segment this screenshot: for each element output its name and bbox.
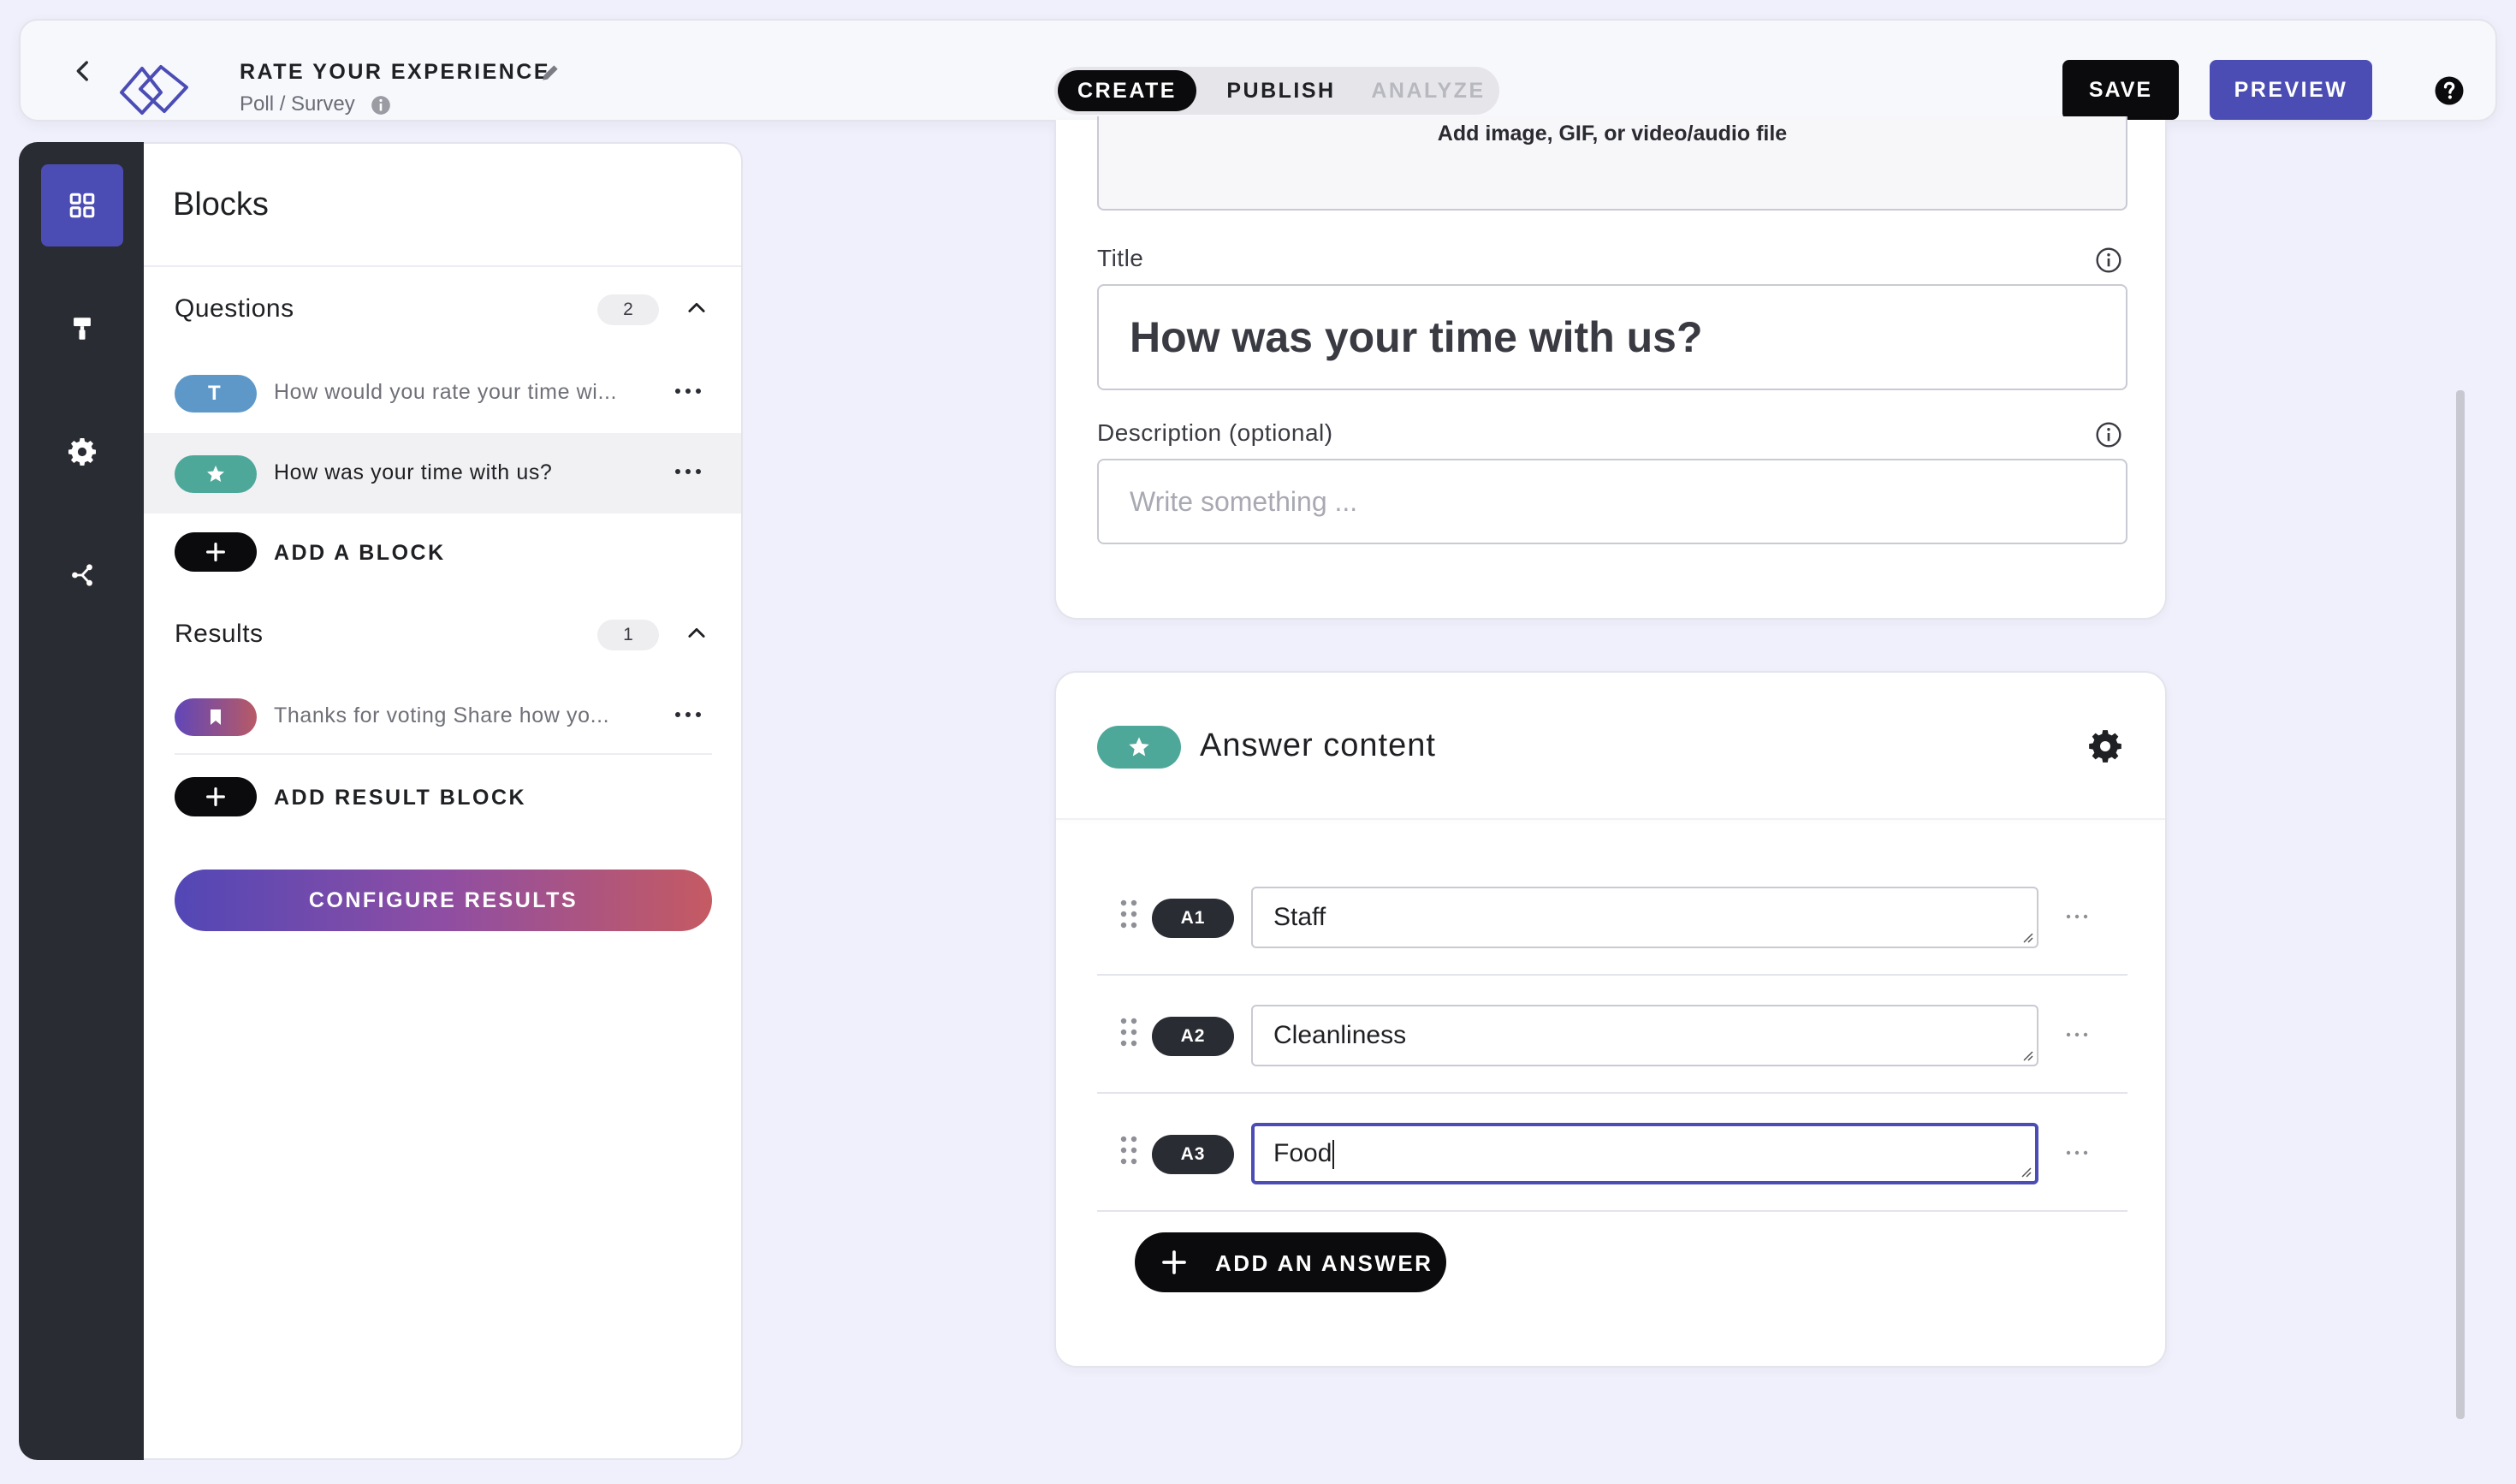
more-horizontal-icon[interactable]: [2062, 1142, 2092, 1164]
info-outline-icon[interactable]: [2095, 421, 2122, 448]
paint-roller-icon: [74, 318, 91, 340]
chevron-left-icon[interactable]: [68, 56, 98, 86]
results-section-title: Results: [175, 620, 264, 648]
bookmark-icon: [211, 709, 221, 725]
text-caret: [1332, 1140, 1335, 1170]
preview-button[interactable]: PREVIEW: [2210, 60, 2372, 120]
star-icon: [207, 466, 224, 482]
info-outline-icon[interactable]: [2095, 246, 2122, 274]
add-block-label: ADD A BLOCK: [274, 541, 446, 565]
description-field-label: Description (optional): [1097, 419, 1333, 446]
add-pill: [175, 777, 257, 816]
tab-publish[interactable]: PUBLISH: [1208, 67, 1354, 115]
question-block-item[interactable]: How was your time with us?: [144, 433, 741, 513]
resize-grip-icon[interactable]: [2020, 1048, 2033, 1061]
chevron-up-icon[interactable]: [685, 621, 709, 645]
title-input[interactable]: How was your time with us?: [1097, 284, 2127, 390]
grid-icon: [69, 193, 95, 218]
add-answer-button[interactable]: ADD AN ANSWER: [1135, 1232, 1446, 1292]
add-answer-label: ADD AN ANSWER: [1215, 1250, 1433, 1276]
answer-value: Food: [1273, 1139, 1332, 1167]
question-block-label: How would you rate your time wi...: [274, 380, 618, 404]
answer-badge: A2: [1152, 1017, 1234, 1056]
configure-results-button[interactable]: CONFIGURE RESULTS: [175, 870, 712, 931]
plus-icon: [1162, 1250, 1186, 1274]
title-field-label: Title: [1097, 245, 1144, 271]
divider: [144, 265, 741, 267]
logic-rail-button[interactable]: [41, 534, 123, 616]
star-type-pill: [1097, 726, 1181, 769]
answer-value: Staff: [1273, 903, 1326, 931]
blocks-rail-button[interactable]: [41, 164, 123, 246]
design-rail-button[interactable]: [41, 288, 123, 370]
gear-icon: [68, 437, 97, 466]
media-upload-label: Add image, GIF, or video/audio file: [1437, 122, 1788, 145]
app-logo-icon[interactable]: [116, 60, 192, 116]
answer-content-title: Answer content: [1200, 727, 1436, 763]
text-type-icon: T: [175, 375, 257, 413]
add-pill: [175, 532, 257, 572]
answer-badge: A3: [1152, 1135, 1234, 1174]
settings-rail-button[interactable]: [41, 411, 123, 493]
drag-handle-icon[interactable]: [1119, 1017, 1138, 1048]
survey-title: RATE YOUR EXPERIENCE: [240, 60, 551, 84]
answer-badge: A1: [1152, 899, 1234, 938]
answer-row: A1 Staff: [1097, 858, 2127, 976]
plus-icon: [206, 787, 225, 806]
answer-content-card: Answer content A1 Staff A2 Cleanliness A…: [1054, 671, 2167, 1368]
top-bar: RATE YOUR EXPERIENCE Poll / Survey CREAT…: [19, 19, 2497, 122]
save-button[interactable]: SAVE: [2062, 60, 2179, 120]
result-block-item[interactable]: Thanks for voting Share how yo...: [144, 676, 741, 757]
add-block-button[interactable]: ADD A BLOCK: [175, 532, 534, 573]
result-type-pill: [175, 698, 257, 736]
pencil-icon[interactable]: [539, 62, 561, 84]
question-block-item[interactable]: T How would you rate your time wi...: [144, 353, 741, 433]
info-icon[interactable]: [370, 94, 392, 116]
tab-create[interactable]: CREATE: [1058, 70, 1196, 111]
resize-grip-icon[interactable]: [2020, 929, 2033, 943]
divider: [175, 753, 712, 755]
more-horizontal-icon[interactable]: [671, 378, 705, 404]
questions-section-title: Questions: [175, 294, 294, 323]
drag-handle-icon[interactable]: [1119, 1135, 1138, 1166]
answer-value: Cleanliness: [1273, 1021, 1407, 1049]
more-horizontal-icon[interactable]: [2062, 905, 2092, 928]
more-horizontal-icon[interactable]: [2062, 1024, 2092, 1046]
drag-handle-icon[interactable]: [1119, 899, 1138, 929]
help-icon[interactable]: [2434, 75, 2465, 106]
blocks-panel: Blocks Questions 2 T How would you rate …: [144, 142, 743, 1460]
tool-rail: [19, 142, 145, 1460]
chevron-up-icon[interactable]: [685, 296, 709, 320]
tab-analyze: ANALYZE: [1371, 79, 1486, 103]
divider: [1056, 818, 2165, 820]
questions-count-badge: 2: [597, 294, 659, 325]
result-block-label: Thanks for voting Share how yo...: [274, 703, 610, 727]
panel-title: Blocks: [173, 187, 269, 223]
add-result-block-label: ADD RESULT BLOCK: [274, 786, 527, 810]
star-icon: [1129, 737, 1149, 757]
gear-icon[interactable]: [2088, 729, 2122, 763]
answer-row: A2 Cleanliness: [1097, 976, 2127, 1094]
question-content-card: Add image, GIF, or video/audio file Titl…: [1054, 116, 2167, 620]
plus-icon: [206, 543, 225, 561]
answer-row: A3 Food: [1097, 1094, 2127, 1212]
question-block-label: How was your time with us?: [274, 460, 553, 484]
survey-type: Poll / Survey: [240, 92, 355, 116]
resize-grip-icon[interactable]: [2018, 1164, 2032, 1178]
scrollbar[interactable]: [2456, 390, 2465, 1419]
more-horizontal-icon[interactable]: [671, 702, 705, 727]
answer-input[interactable]: Staff: [1251, 887, 2038, 948]
star-type-pill: [175, 455, 257, 493]
mode-tabs: CREATE PUBLISH ANALYZE: [1054, 67, 1499, 115]
results-count-badge: 1: [597, 620, 659, 650]
share-icon: [72, 564, 92, 586]
more-horizontal-icon[interactable]: [671, 459, 705, 484]
answer-input[interactable]: Cleanliness: [1251, 1005, 2038, 1066]
media-upload-dropzone[interactable]: Add image, GIF, or video/audio file: [1097, 116, 2127, 211]
description-input[interactable]: Write something ...: [1097, 459, 2127, 544]
answer-input[interactable]: Food: [1251, 1123, 2038, 1184]
add-result-block-button[interactable]: ADD RESULT BLOCK: [175, 777, 534, 818]
